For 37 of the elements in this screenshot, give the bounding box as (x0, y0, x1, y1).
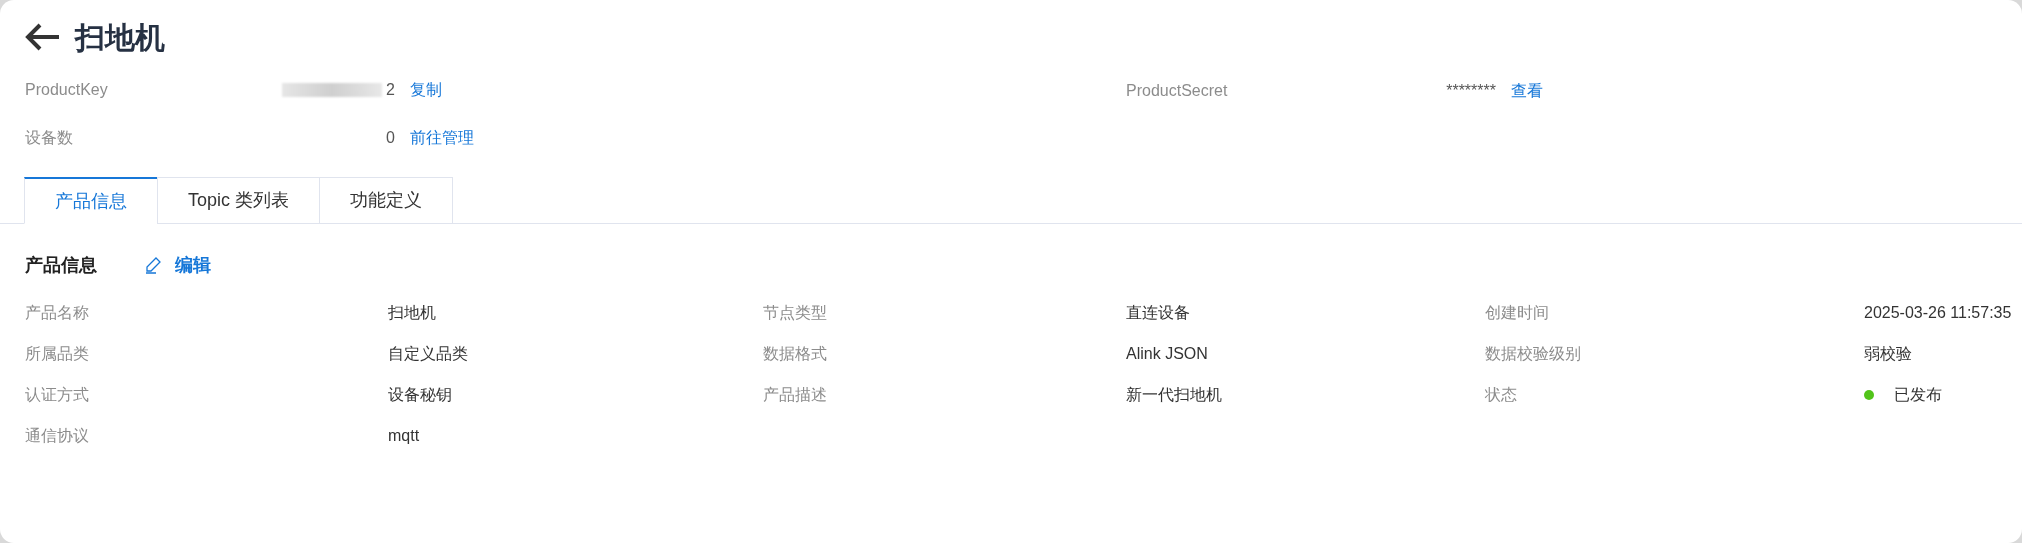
info-value: 2025-03-26 11:57:35 (1864, 302, 2012, 323)
field-label: ProductKey (25, 80, 109, 100)
field-value: 0 (386, 128, 395, 148)
field-label: 设备数 (25, 128, 74, 148)
section-title: 产品信息 (25, 253, 98, 277)
info-value: 新一代扫地机 (1126, 384, 1222, 405)
info-label: 认证方式 (25, 384, 89, 405)
info-value: 直连设备 (1126, 302, 1190, 323)
tab[interactable]: Topic 类列表 (157, 177, 321, 224)
tab[interactable]: 产品信息 (24, 177, 158, 224)
info-label: 状态 (1485, 384, 1517, 405)
field-value: ******** (1446, 81, 1496, 101)
pencil-icon[interactable] (145, 256, 163, 274)
info-value: Alink JSON (1126, 343, 1208, 364)
info-label: 通信协议 (25, 425, 89, 446)
field-link[interactable]: 复制 (410, 78, 442, 102)
field-label: ProductSecret (1126, 81, 1229, 101)
info-label: 创建时间 (1485, 302, 1549, 323)
info-value: 扫地机 (388, 302, 436, 323)
info-label: 产品名称 (25, 302, 89, 323)
info-label: 所属品类 (25, 343, 89, 364)
info-value: 设备秘钥 (388, 384, 452, 405)
field-value: 2 (386, 80, 395, 100)
back-arrow-icon[interactable] (25, 22, 61, 52)
info-value: 自定义品类 (388, 343, 468, 364)
tab[interactable]: 功能定义 (319, 177, 454, 224)
page-title: 扫地机 (75, 19, 165, 56)
field-link[interactable]: 查看 (1511, 79, 1543, 103)
info-label: 数据校验级别 (1485, 343, 1581, 364)
edit-link[interactable]: 编辑 (175, 251, 211, 279)
info-value: 已发布 (1894, 384, 1942, 405)
info-label: 数据格式 (763, 343, 827, 364)
field-link[interactable]: 前往管理 (410, 126, 474, 150)
info-value: mqtt (388, 425, 420, 446)
info-value: 弱校验 (1864, 343, 1912, 364)
info-label: 产品描述 (763, 384, 827, 405)
info-label: 节点类型 (763, 302, 827, 323)
